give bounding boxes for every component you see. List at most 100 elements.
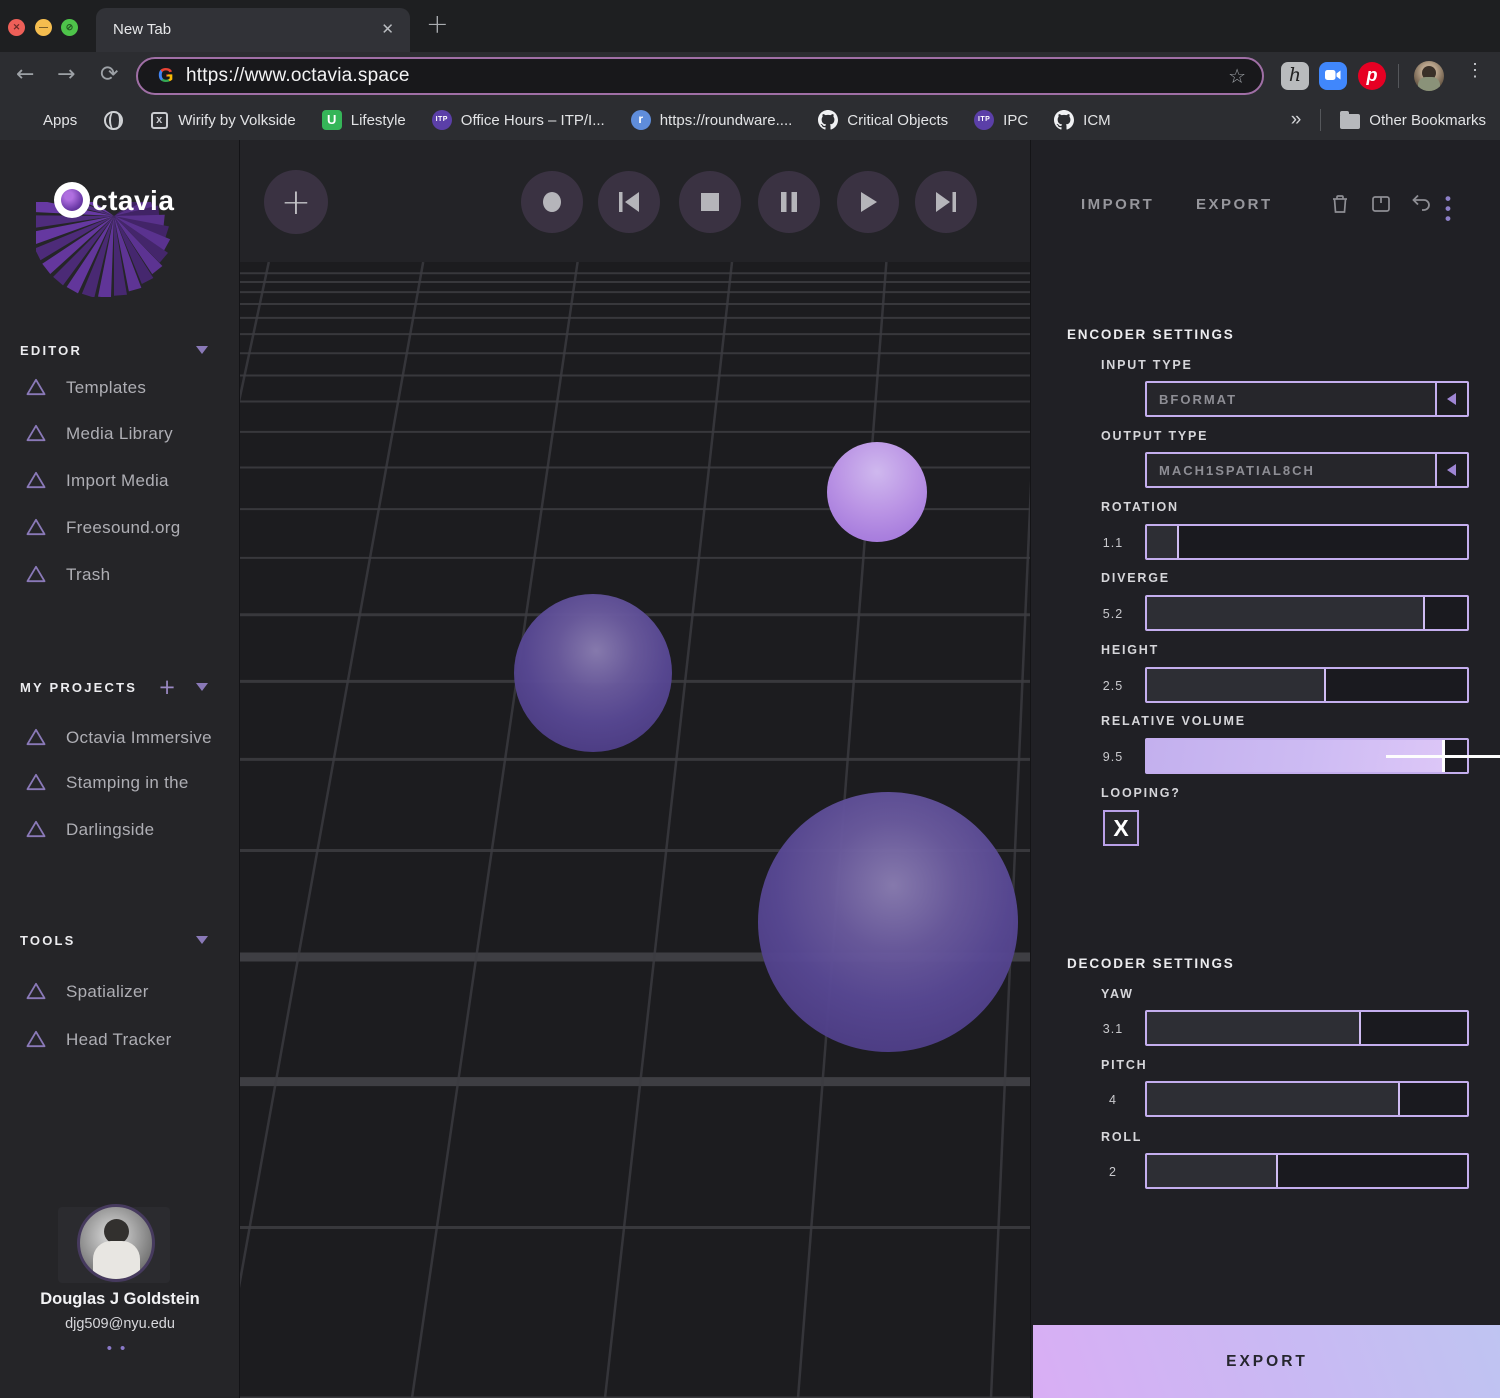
new-tab-button[interactable]: + [426,9,449,40]
skip-end-button[interactable] [915,171,977,233]
app-sidebar: ctavia EDITOR Templates Media Library Im… [0,140,240,1398]
diverge-label: DIVERGE [1101,571,1170,585]
user-avatar[interactable] [77,1204,155,1282]
bookmark-apps[interactable]: Apps [14,110,77,130]
skip-start-icon [619,192,639,212]
chevron-down-icon[interactable] [196,683,208,691]
bookmark-wirify[interactable]: x Wirify by Volkside [149,110,296,130]
roll-slider[interactable] [1145,1153,1469,1189]
tab-close-icon[interactable]: ✕ [381,20,394,38]
browser-tab[interactable]: New Tab ✕ [96,8,410,52]
yaw-slider[interactable] [1145,1010,1469,1046]
forward-icon[interactable]: → [57,62,75,87]
audio-object-sphere[interactable] [827,442,927,542]
audio-object-sphere[interactable] [514,594,672,752]
add-object-button[interactable]: + [264,170,328,234]
sidebar-item-head-tracker[interactable]: Head Tracker [0,1026,240,1056]
decoder-settings-title: DECODER SETTINGS [1067,956,1235,971]
sidebar-item-import-media[interactable]: Import Media [0,467,240,497]
sidebar-item-octavia-immersive[interactable]: Octavia Immersive [0,724,240,754]
bookmarks-overflow-chevron[interactable]: » [1291,109,1302,131]
octavia-o-icon [54,182,90,218]
browser-profile-avatar[interactable] [1414,61,1444,91]
address-bar[interactable]: G https://www.octavia.space ☆ [136,57,1264,95]
output-type-label: OUTPUT TYPE [1101,429,1209,443]
editor-section-header[interactable]: EDITOR [20,343,220,358]
yaw-label: YAW [1101,987,1134,1001]
bookmark-lifestyle[interactable]: U Lifestyle [321,110,406,130]
tools-section-header[interactable]: TOOLS [20,933,220,948]
tab-export[interactable]: EXPORT [1196,196,1273,213]
sidebar-item-spatializer[interactable]: Spatializer [0,978,240,1008]
projects-section-header[interactable]: MY PROJECTS + [20,675,220,699]
triangle-icon [26,982,46,1000]
canvas-stage[interactable]: + [240,140,1030,1398]
looping-checkbox[interactable]: X [1103,810,1139,846]
looping-label: LOOPING? [1101,786,1181,800]
back-icon[interactable]: ← [16,62,34,87]
reload-icon[interactable]: ⟳ [100,62,118,87]
save-icon[interactable] [1370,193,1392,215]
itp-icon: ITP [431,110,452,130]
pinterest-extension-icon[interactable]: p [1358,62,1386,90]
github-icon [1054,110,1075,130]
height-slider[interactable] [1145,667,1469,703]
panel-menu-icon[interactable]: • • • [1445,190,1451,227]
bookmark-critical-objects[interactable]: Critical Objects [818,110,948,130]
bookmark-star-icon[interactable]: ☆ [1228,64,1246,88]
pause-button[interactable] [758,171,820,233]
output-type-dropdown[interactable]: MACH1SPATIAL8CH [1145,452,1469,488]
play-icon [861,192,877,212]
triangle-icon [26,424,46,442]
other-bookmarks-folder[interactable]: Other Bookmarks [1340,110,1486,130]
minimize-window-button[interactable]: — [35,19,52,36]
browser-menu-icon[interactable]: ⋮ [1466,61,1484,79]
itp-icon: ITP [974,110,995,130]
sidebar-item-templates[interactable]: Templates [0,374,240,404]
chevron-down-icon[interactable] [196,936,208,944]
tab-import[interactable]: IMPORT [1081,196,1154,213]
stop-button[interactable] [679,171,741,233]
undo-icon[interactable] [1410,193,1432,215]
diverge-slider[interactable] [1145,595,1469,631]
zoom-extension-icon[interactable] [1319,62,1347,90]
encoder-settings-title: ENCODER SETTINGS [1067,327,1235,342]
bookmark-globe[interactable] [103,110,123,130]
octavia-logo[interactable]: ctavia [36,182,211,297]
dropdown-arrow-icon[interactable] [1435,454,1467,486]
play-button[interactable] [837,171,899,233]
dropdown-arrow-icon[interactable] [1435,383,1467,415]
sidebar-item-stamping[interactable]: Stamping in the [0,769,240,799]
pitch-value: 4 [1109,1093,1117,1107]
audio-object-sphere[interactable] [758,792,1018,1052]
zoom-window-button[interactable]: ⊘ [61,19,78,36]
rotation-slider[interactable] [1145,524,1469,560]
url-text[interactable]: https://www.octavia.space [186,65,410,87]
output-type-value: MACH1SPATIAL8CH [1159,463,1315,478]
sidebar-item-trash[interactable]: Trash [0,561,240,591]
chevron-down-icon[interactable] [196,346,208,354]
record-button[interactable] [521,171,583,233]
trash-icon[interactable] [1329,193,1351,215]
sidebar-item-freesound[interactable]: Freesound.org [0,514,240,544]
bookmark-ipc[interactable]: ITP IPC [974,110,1028,130]
user-email: djg509@nyu.edu [65,1316,175,1332]
input-type-dropdown[interactable]: BFORMAT [1145,381,1469,417]
triangle-icon [26,378,46,396]
pager-dots[interactable]: •• [0,1340,240,1357]
pitch-slider[interactable] [1145,1081,1469,1117]
skip-start-button[interactable] [598,171,660,233]
honey-extension-icon[interactable]: h [1281,62,1309,90]
sidebar-item-darlingside[interactable]: Darlingside [0,816,240,846]
browser-window: ✕ — ⊘ New Tab ✕ + ← → ⟳ G https://www.oc… [0,0,1500,1398]
triangle-icon [26,565,46,583]
close-window-button[interactable]: ✕ [8,19,25,36]
export-button[interactable]: EXPORT [1033,1325,1500,1398]
bookmark-office-hours[interactable]: ITP Office Hours – ITP/I... [431,110,605,130]
bookmark-icm[interactable]: ICM [1054,110,1111,130]
globe-icon [103,110,123,130]
add-project-icon[interactable]: + [158,675,178,699]
input-type-label: INPUT TYPE [1101,358,1193,372]
bookmark-roundware[interactable]: r https://roundware.... [630,110,792,130]
sidebar-item-media-library[interactable]: Media Library [0,420,240,450]
